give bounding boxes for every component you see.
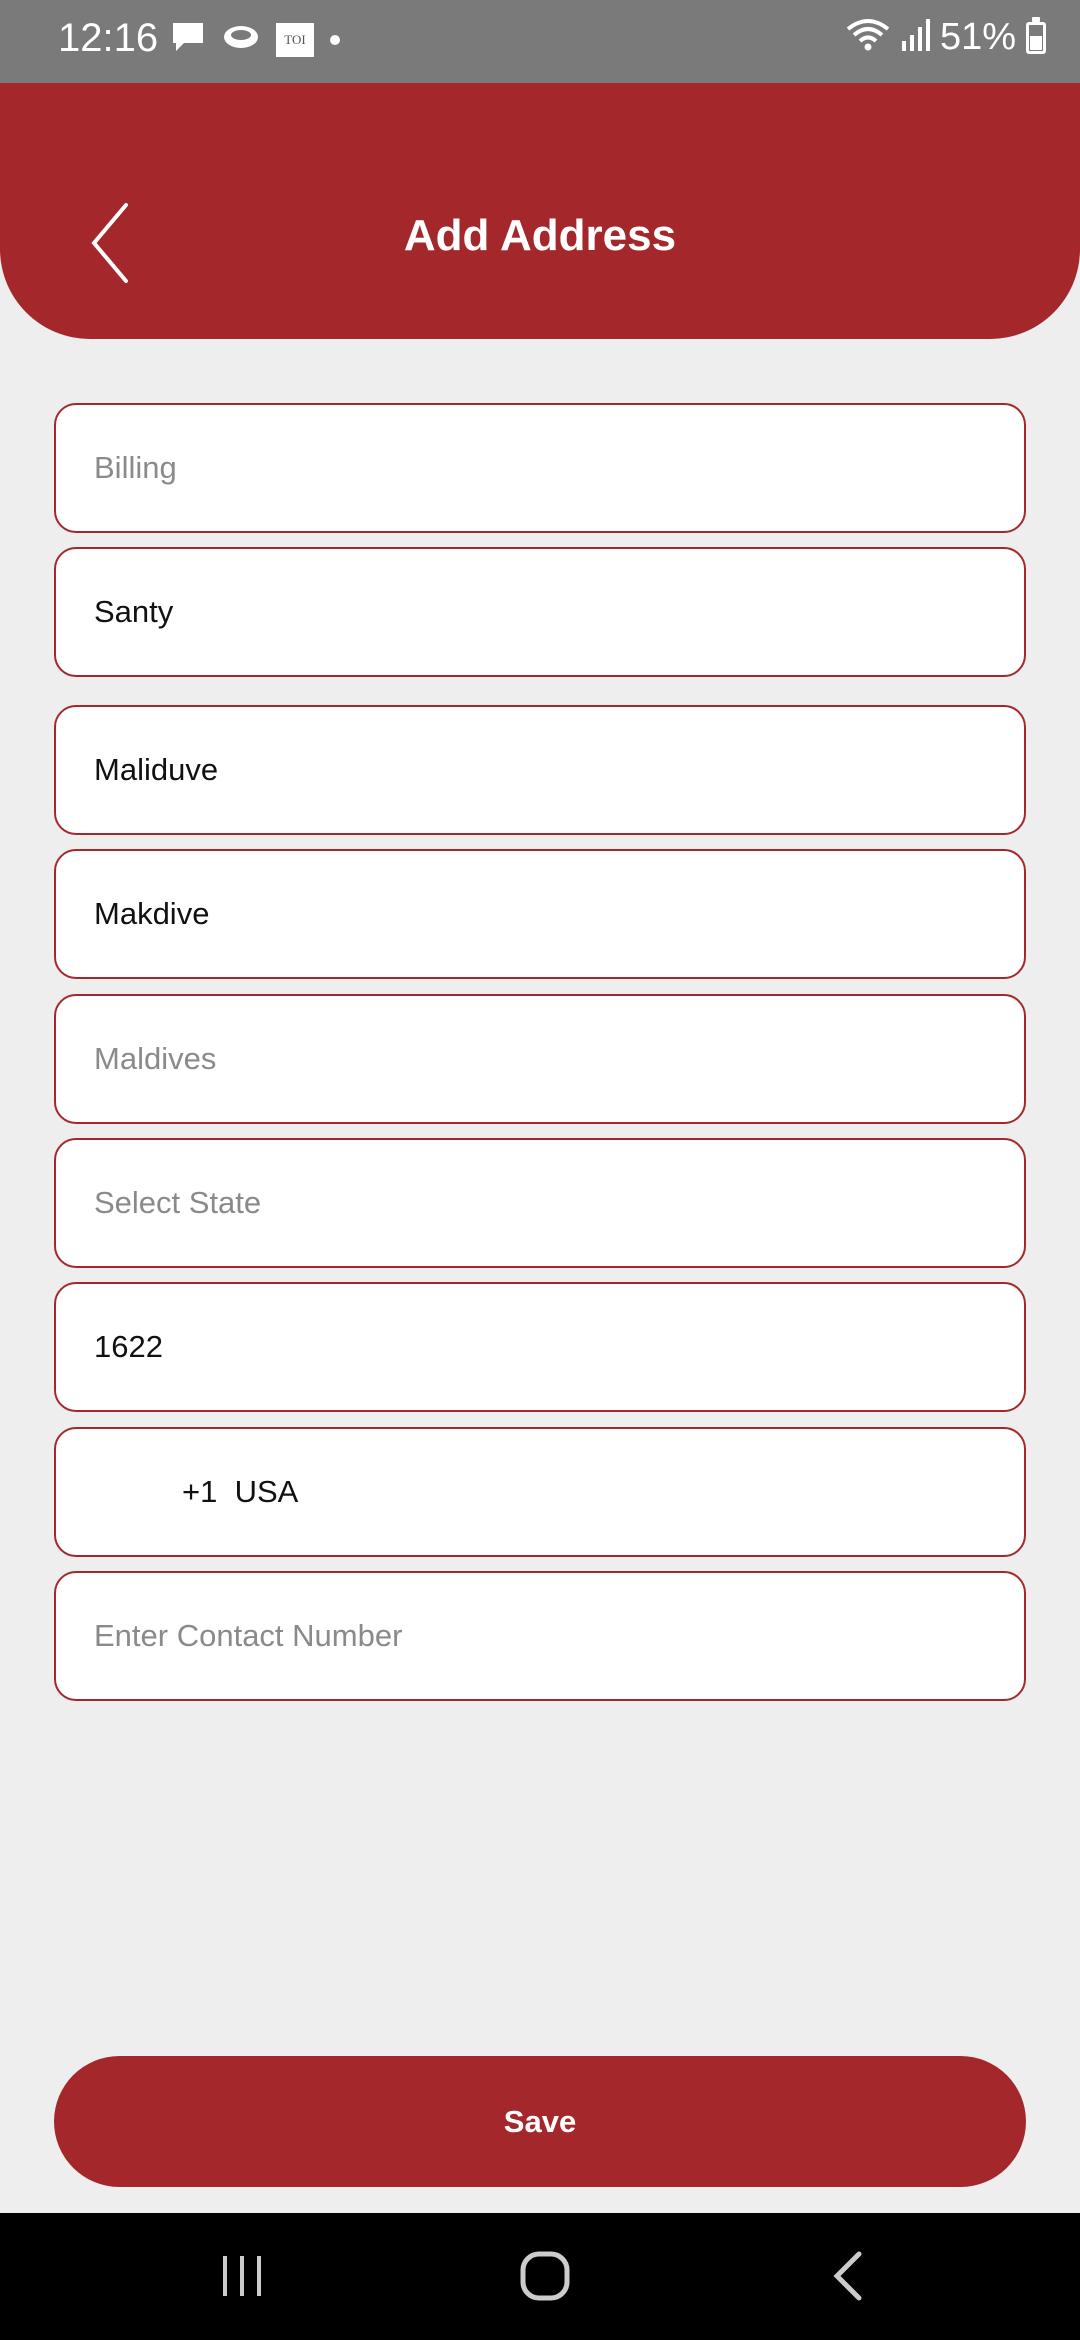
country-code-label: +1 USA (182, 1474, 299, 1509)
country-field[interactable]: Maldives (54, 994, 1026, 1124)
screen: 12:16 TOI 51% Add Address Billing Santy … (0, 0, 1080, 2340)
zip-field[interactable]: 1622 (54, 1282, 1026, 1412)
dot-icon (330, 34, 340, 45)
page-title: Add Address (403, 211, 677, 260)
battery-icon (1026, 16, 1046, 54)
battery-fill (1030, 36, 1042, 50)
home-icon (520, 2251, 570, 2301)
state-select[interactable]: Select State (54, 1138, 1026, 1268)
status-bar: 12:16 TOI 51% (0, 0, 1080, 83)
name-field[interactable]: Santy (54, 547, 1026, 677)
home-button[interactable] (500, 2241, 590, 2311)
city-field[interactable]: Makdive (54, 849, 1026, 979)
contact-number-input[interactable]: Enter Contact Number (54, 1571, 1026, 1701)
status-icons-right: 51% (846, 16, 1046, 59)
app-header: Add Address (0, 83, 1080, 339)
cloud-icon (222, 22, 260, 57)
message-icon (170, 20, 206, 59)
back-icon (833, 2251, 862, 2301)
status-time: 12:16 (58, 16, 159, 60)
wifi-icon (846, 17, 890, 58)
address-type-field[interactable]: Billing (54, 403, 1026, 533)
recent-apps-icon (223, 2256, 261, 2296)
nav-back-button[interactable] (802, 2241, 892, 2311)
battery-percent: 51% (939, 16, 1016, 58)
toi-icon: TOI (276, 22, 314, 57)
nav-bar (0, 2213, 1080, 2340)
address-line-field[interactable]: Maliduve (54, 705, 1026, 835)
status-icons-left: TOI (170, 20, 340, 59)
save-button[interactable]: Save (54, 2056, 1026, 2187)
recent-apps-button[interactable] (197, 2241, 287, 2311)
country-code-select[interactable]: +1 USA (54, 1427, 1026, 1557)
signal-icon (900, 17, 930, 58)
